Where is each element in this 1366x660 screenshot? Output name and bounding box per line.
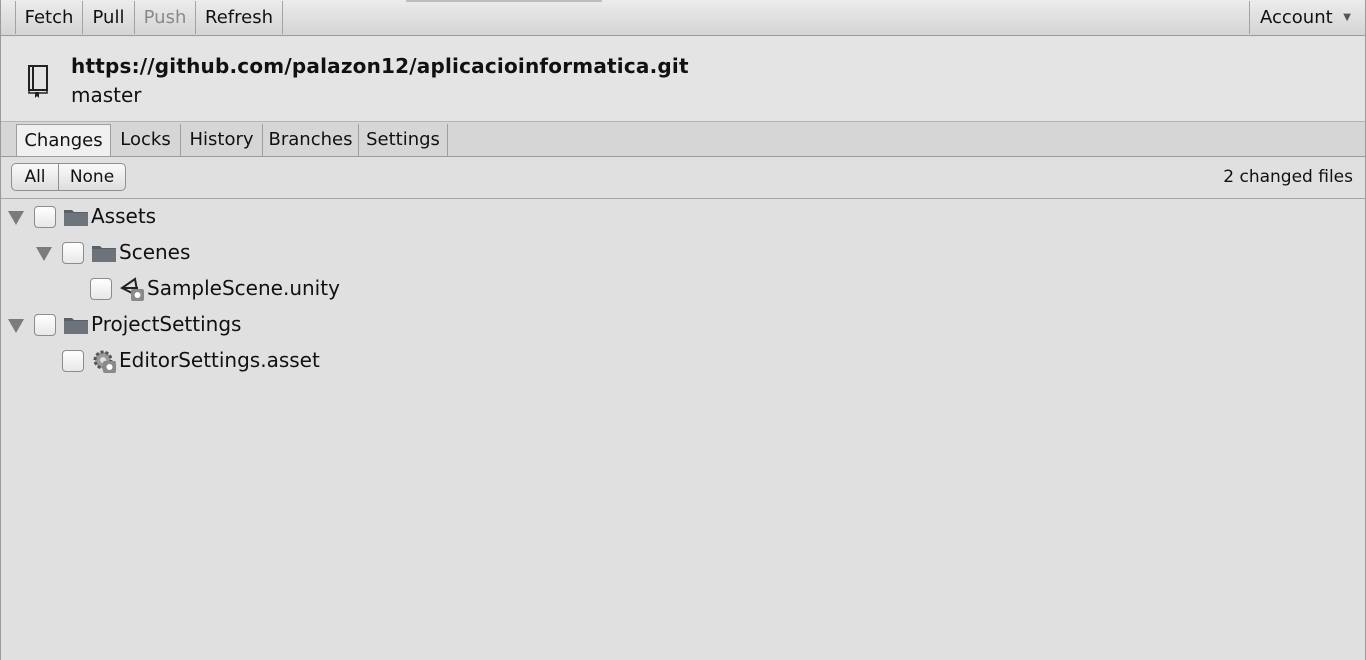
- gear-icon: [93, 350, 116, 373]
- tab-settings[interactable]: Settings: [359, 124, 448, 156]
- tree-item-label: ProjectSettings: [91, 312, 242, 336]
- tree-row[interactable]: Scenes: [1, 235, 1365, 271]
- tab-changes[interactable]: Changes: [16, 124, 111, 156]
- folder-icon: [92, 246, 116, 262]
- tree-item-label: EditorSettings.asset: [119, 348, 320, 372]
- file-checkbox[interactable]: [34, 314, 56, 336]
- selection-bar: All None 2 changed files: [1, 157, 1365, 199]
- book-icon: [28, 65, 48, 98]
- select-all-button[interactable]: All: [11, 163, 59, 191]
- expand-arrow-icon[interactable]: [8, 319, 24, 333]
- tree-row[interactable]: Assets: [1, 199, 1365, 235]
- tree-row[interactable]: EditorSettings.asset: [1, 343, 1365, 379]
- git-window: Fetch Pull Push Refresh Account ▼ https:…: [0, 0, 1366, 660]
- tree-row[interactable]: ProjectSettings: [1, 307, 1365, 343]
- select-none-button[interactable]: None: [59, 163, 126, 191]
- account-dropdown[interactable]: Account ▼: [1249, 1, 1365, 34]
- file-checkbox[interactable]: [62, 350, 84, 372]
- tree-item-label: Scenes: [119, 240, 191, 264]
- file-checkbox[interactable]: [62, 242, 84, 264]
- expand-arrow-icon[interactable]: [8, 211, 24, 225]
- chevron-down-icon: ▼: [1343, 12, 1351, 23]
- fetch-button[interactable]: Fetch: [15, 1, 83, 34]
- tree-row[interactable]: SampleScene.unity: [1, 271, 1365, 307]
- tab-locks[interactable]: Locks: [111, 124, 181, 156]
- expand-arrow-icon[interactable]: [36, 247, 52, 261]
- toolbar: Fetch Pull Push Refresh Account ▼: [1, 0, 1365, 36]
- pull-button[interactable]: Pull: [83, 1, 135, 34]
- file-checkbox[interactable]: [34, 206, 56, 228]
- file-checkbox[interactable]: [90, 278, 112, 300]
- repository-url: https://github.com/palazon12/aplicacioin…: [71, 54, 689, 78]
- toolbar-top-accent: [406, 0, 602, 2]
- unity-scene-icon: [120, 277, 144, 301]
- tree-item-label: Assets: [91, 204, 157, 228]
- refresh-button[interactable]: Refresh: [196, 1, 283, 34]
- folder-icon: [64, 210, 88, 226]
- tab-branches[interactable]: Branches: [263, 124, 359, 156]
- folder-icon: [64, 318, 88, 334]
- tree-item-label: SampleScene.unity: [147, 276, 340, 300]
- tab-bar: Changes Locks History Branches Settings: [1, 122, 1365, 157]
- tab-history[interactable]: History: [181, 124, 263, 156]
- repository-header: https://github.com/palazon12/aplicacioin…: [1, 37, 1365, 122]
- changed-files-count: 2 changed files: [1223, 167, 1353, 187]
- push-button[interactable]: Push: [135, 1, 196, 34]
- account-label: Account: [1260, 7, 1333, 28]
- changes-tree: Assets Scenes SampleScene.unity ProjectS…: [1, 199, 1365, 660]
- current-branch: master: [71, 83, 142, 107]
